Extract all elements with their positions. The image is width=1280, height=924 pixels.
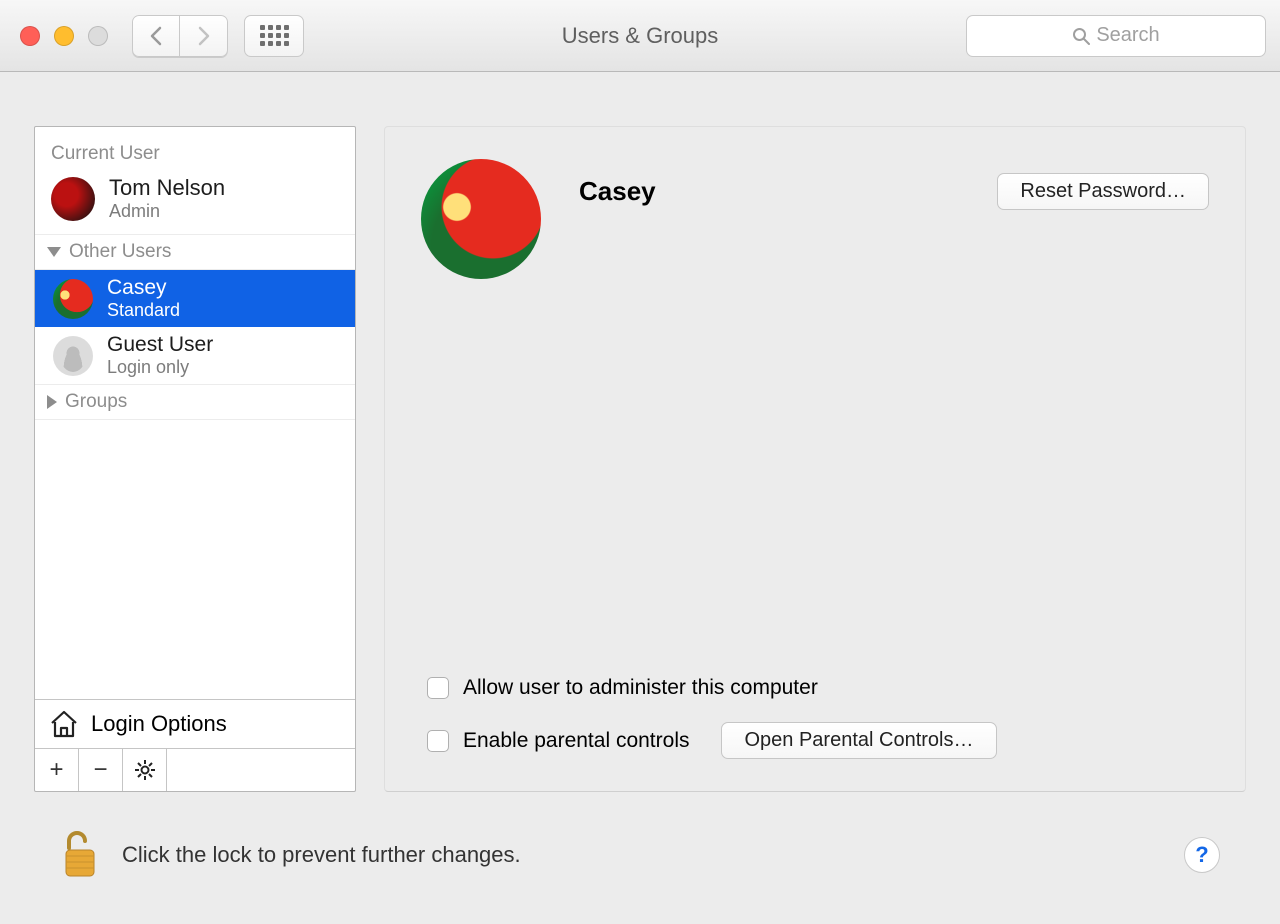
pane-header: Casey Reset Password… (421, 159, 1209, 279)
help-icon: ? (1195, 842, 1208, 868)
unlocked-lock-icon[interactable] (60, 830, 100, 880)
user-detail-pane: Casey Reset Password… Allow user to admi… (384, 126, 1246, 792)
sidebar-user-casey[interactable]: Casey Standard (35, 270, 355, 327)
user-name: Tom Nelson (109, 175, 225, 201)
groups-header[interactable]: Groups (35, 384, 355, 419)
reset-password-button[interactable]: Reset Password… (997, 173, 1209, 210)
groups-label: Groups (65, 391, 127, 413)
other-users-header[interactable]: Other Users (35, 234, 355, 270)
disclosure-triangle-down-icon (47, 247, 61, 257)
zoom-window-button[interactable] (88, 26, 108, 46)
parental-checkbox[interactable] (427, 730, 449, 752)
other-users-label: Other Users (69, 241, 171, 263)
show-all-prefs-button[interactable] (244, 15, 304, 57)
close-window-button[interactable] (20, 26, 40, 46)
open-parental-controls-button[interactable]: Open Parental Controls… (721, 722, 996, 759)
sidebar-user-guest[interactable]: Guest User Login only (35, 327, 355, 384)
parental-checkbox-row: Enable parental controls Open Parental C… (427, 722, 1209, 759)
window-title: Users & Groups (562, 23, 719, 49)
admin-checkbox-row: Allow user to administer this computer (427, 676, 1209, 700)
search-icon (1072, 27, 1090, 45)
user-name: Casey (107, 276, 180, 300)
disclosure-triangle-right-icon (47, 395, 57, 409)
minimize-window-button[interactable] (54, 26, 74, 46)
titlebar: Users & Groups Search (0, 0, 1280, 72)
search-input[interactable]: Search (966, 15, 1266, 57)
user-role: Admin (109, 201, 225, 222)
chevron-left-icon (149, 26, 163, 46)
lock-text: Click the lock to prevent further change… (122, 842, 521, 868)
action-menu-button[interactable] (123, 749, 167, 791)
user-name: Guest User (107, 333, 213, 357)
user-role: Login only (107, 357, 213, 378)
remove-user-button[interactable]: − (79, 749, 123, 791)
forward-button[interactable] (180, 15, 228, 57)
footer: Click the lock to prevent further change… (0, 820, 1280, 890)
user-picture[interactable] (421, 159, 541, 279)
search-placeholder: Search (1096, 24, 1159, 47)
gear-icon (135, 760, 155, 780)
home-icon (49, 710, 79, 738)
selected-user-name: Casey (579, 176, 656, 207)
avatar (53, 336, 93, 376)
user-role: Standard (107, 300, 180, 321)
back-button[interactable] (132, 15, 180, 57)
login-options-label: Login Options (91, 711, 227, 737)
user-sidebar: Current User Tom Nelson Admin Other User… (34, 126, 356, 792)
help-button[interactable]: ? (1184, 837, 1220, 873)
pane-options: Allow user to administer this computer E… (421, 676, 1209, 759)
chevron-right-icon (197, 26, 211, 46)
content-area: Current User Tom Nelson Admin Other User… (0, 72, 1280, 820)
login-options-row[interactable]: Login Options (35, 699, 355, 748)
sidebar-action-bar: + − (35, 748, 355, 791)
current-user-row[interactable]: Tom Nelson Admin (35, 171, 355, 234)
grid-icon (260, 25, 289, 46)
avatar (53, 279, 93, 319)
sidebar-spacer (35, 419, 355, 699)
window-controls (20, 26, 108, 46)
admin-checkbox[interactable] (427, 677, 449, 699)
admin-checkbox-label: Allow user to administer this computer (463, 676, 818, 700)
avatar (51, 177, 95, 221)
parental-checkbox-label: Enable parental controls (463, 729, 689, 753)
current-user-label: Current User (35, 127, 355, 171)
nav-buttons (132, 15, 228, 57)
add-user-button[interactable]: + (35, 749, 79, 791)
